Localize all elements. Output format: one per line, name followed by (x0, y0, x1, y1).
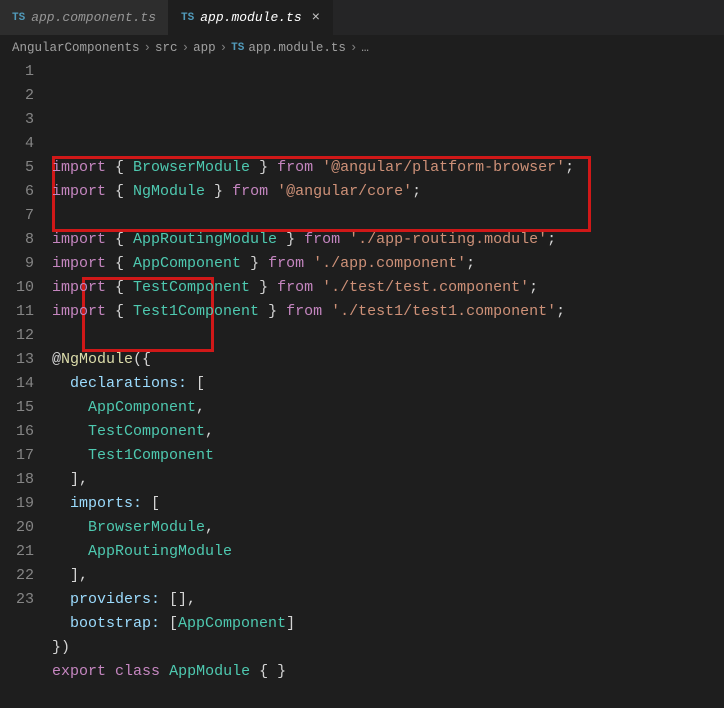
line-number: 21 (0, 540, 34, 564)
code-content[interactable]: import { BrowserModule } from '@angular/… (52, 60, 724, 708)
code-line[interactable]: providers: [], (52, 588, 724, 612)
code-line[interactable] (52, 684, 724, 708)
line-number: 20 (0, 516, 34, 540)
line-number: 2 (0, 84, 34, 108)
code-line[interactable]: bootstrap: [AppComponent] (52, 612, 724, 636)
code-line[interactable]: import { TestComponent } from './test/te… (52, 276, 724, 300)
line-number: 10 (0, 276, 34, 300)
code-line[interactable]: declarations: [ (52, 372, 724, 396)
code-line[interactable]: Test1Component (52, 444, 724, 468)
typescript-icon: TS (12, 12, 25, 24)
tab-label: app.component.ts (31, 10, 156, 25)
breadcrumb-part[interactable]: src (155, 41, 178, 55)
line-number: 19 (0, 492, 34, 516)
breadcrumb-part[interactable]: app (193, 41, 216, 55)
code-line[interactable] (52, 324, 724, 348)
line-number: 17 (0, 444, 34, 468)
code-line[interactable]: }) (52, 636, 724, 660)
line-number: 5 (0, 156, 34, 180)
breadcrumb-part[interactable]: AngularComponents (12, 41, 140, 55)
typescript-icon: TS (231, 42, 244, 54)
line-number: 18 (0, 468, 34, 492)
close-icon[interactable]: × (312, 10, 320, 26)
code-line[interactable]: BrowserModule, (52, 516, 724, 540)
editor-tabs: TS app.component.ts TS app.module.ts × (0, 0, 724, 36)
line-number: 22 (0, 564, 34, 588)
chevron-right-icon: › (350, 41, 358, 55)
code-line[interactable]: export class AppModule { } (52, 660, 724, 684)
chevron-right-icon: › (220, 41, 228, 55)
line-number: 9 (0, 252, 34, 276)
chevron-right-icon: › (144, 41, 152, 55)
code-line[interactable]: ], (52, 468, 724, 492)
line-number: 13 (0, 348, 34, 372)
code-line[interactable]: import { AppComponent } from './app.comp… (52, 252, 724, 276)
code-line[interactable]: TestComponent, (52, 420, 724, 444)
line-number: 6 (0, 180, 34, 204)
code-line[interactable]: import { AppRoutingModule } from './app-… (52, 228, 724, 252)
code-line[interactable]: import { Test1Component } from './test1/… (52, 300, 724, 324)
code-line[interactable]: imports: [ (52, 492, 724, 516)
code-line[interactable]: ], (52, 564, 724, 588)
line-number: 16 (0, 420, 34, 444)
line-number: 15 (0, 396, 34, 420)
tab-app-component[interactable]: TS app.component.ts (0, 0, 169, 35)
typescript-icon: TS (181, 12, 194, 24)
line-number-gutter: 1234567891011121314151617181920212223 (0, 60, 52, 708)
breadcrumb-file[interactable]: app.module.ts (248, 41, 346, 55)
line-number: 3 (0, 108, 34, 132)
code-line[interactable]: import { BrowserModule } from '@angular/… (52, 156, 724, 180)
code-editor[interactable]: 1234567891011121314151617181920212223 im… (0, 60, 724, 708)
code-line[interactable]: AppRoutingModule (52, 540, 724, 564)
line-number: 8 (0, 228, 34, 252)
line-number: 1 (0, 60, 34, 84)
line-number: 11 (0, 300, 34, 324)
line-number: 23 (0, 588, 34, 612)
line-number: 4 (0, 132, 34, 156)
chevron-right-icon: › (182, 41, 190, 55)
code-line[interactable]: @NgModule({ (52, 348, 724, 372)
line-number: 12 (0, 324, 34, 348)
line-number: 14 (0, 372, 34, 396)
tab-app-module[interactable]: TS app.module.ts × (169, 0, 333, 35)
code-line[interactable]: import { NgModule } from '@angular/core'… (52, 180, 724, 204)
line-number: 7 (0, 204, 34, 228)
code-line[interactable]: AppComponent, (52, 396, 724, 420)
breadcrumb[interactable]: AngularComponents › src › app › TS app.m… (0, 36, 724, 60)
breadcrumb-more[interactable]: … (361, 41, 369, 55)
code-line[interactable] (52, 204, 724, 228)
tab-label: app.module.ts (200, 10, 301, 25)
